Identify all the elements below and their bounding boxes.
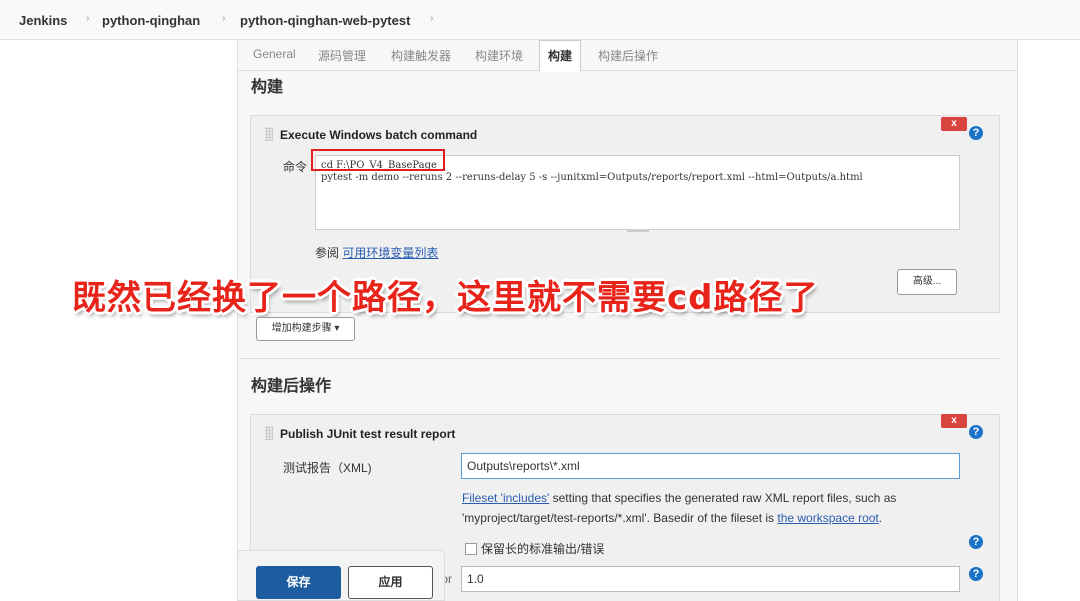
command-label: 命令	[283, 160, 308, 174]
tab-build-environment[interactable]: 构建环境	[475, 47, 523, 64]
post-build-section-title: 构建后操作	[251, 378, 332, 395]
keep-long-stdio-label: 保留长的标准输出/错误	[481, 542, 605, 556]
keep-long-stdio-checkbox[interactable]	[465, 543, 477, 555]
health-factor-input[interactable]	[461, 566, 960, 592]
chevron-right-icon: ›	[222, 13, 226, 24]
tab-source-code[interactable]: 源码管理	[318, 47, 366, 64]
add-build-step-button[interactable]: 增加构建步骤 ▾	[256, 317, 355, 341]
test-report-input[interactable]	[461, 453, 960, 479]
help-icon[interactable]: ?	[969, 535, 983, 549]
env-vars-reference: 参阅 可用环境变量列表	[315, 244, 438, 261]
highlight-box	[311, 149, 445, 171]
textarea-resize-grip[interactable]	[627, 229, 649, 232]
apply-button[interactable]: 应用	[348, 566, 433, 599]
test-report-description: Fileset 'includes' setting that specifie…	[462, 488, 952, 528]
save-button[interactable]: 保存	[256, 566, 341, 599]
drag-handle-icon[interactable]	[265, 426, 273, 440]
build-section-title: 构建	[251, 79, 284, 96]
junit-step-title: Publish JUnit test result report	[280, 427, 456, 441]
breadcrumb-folder[interactable]: python-qinghan	[102, 13, 200, 28]
tab-general[interactable]: General	[253, 47, 296, 61]
help-icon[interactable]: ?	[969, 425, 983, 439]
drag-handle-icon[interactable]	[265, 127, 273, 141]
advanced-button[interactable]: 高级...	[897, 269, 957, 295]
see-prefix: 参阅	[315, 246, 343, 260]
tab-post-build[interactable]: 构建后操作	[598, 47, 658, 64]
chevron-right-icon[interactable]: ›	[430, 13, 433, 24]
description-end: .	[878, 511, 883, 525]
tab-build-triggers[interactable]: 构建触发器	[391, 47, 451, 64]
breadcrumb-jenkins[interactable]: Jenkins	[19, 13, 67, 28]
workspace-root-link[interactable]: the workspace root	[777, 511, 878, 525]
env-vars-link[interactable]: 可用环境变量列表	[342, 246, 438, 260]
help-icon[interactable]: ?	[969, 126, 983, 140]
section-divider	[240, 358, 1001, 359]
breadcrumb-job[interactable]: python-qinghan-web-pytest	[240, 13, 410, 28]
fileset-includes-link[interactable]: Fileset 'includes'	[462, 491, 549, 505]
batch-step-title: Execute Windows batch command	[280, 128, 478, 142]
delete-step-button[interactable]: x	[941, 117, 967, 131]
test-report-label: 测试报告（XML)	[283, 461, 372, 475]
help-icon[interactable]: ?	[969, 567, 983, 581]
delete-step-button[interactable]: x	[941, 414, 967, 428]
tab-build[interactable]: 构建	[539, 40, 582, 72]
chevron-right-icon: ›	[86, 13, 90, 24]
config-tabs: General 源码管理 构建触发器 构建环境 构建 构建后操作	[238, 40, 1017, 72]
annotation-text: 既然已经换了一个路径，这里就不需要cd路径了	[72, 278, 819, 318]
breadcrumb: Jenkins › python-qinghan › python-qingha…	[0, 0, 1080, 40]
